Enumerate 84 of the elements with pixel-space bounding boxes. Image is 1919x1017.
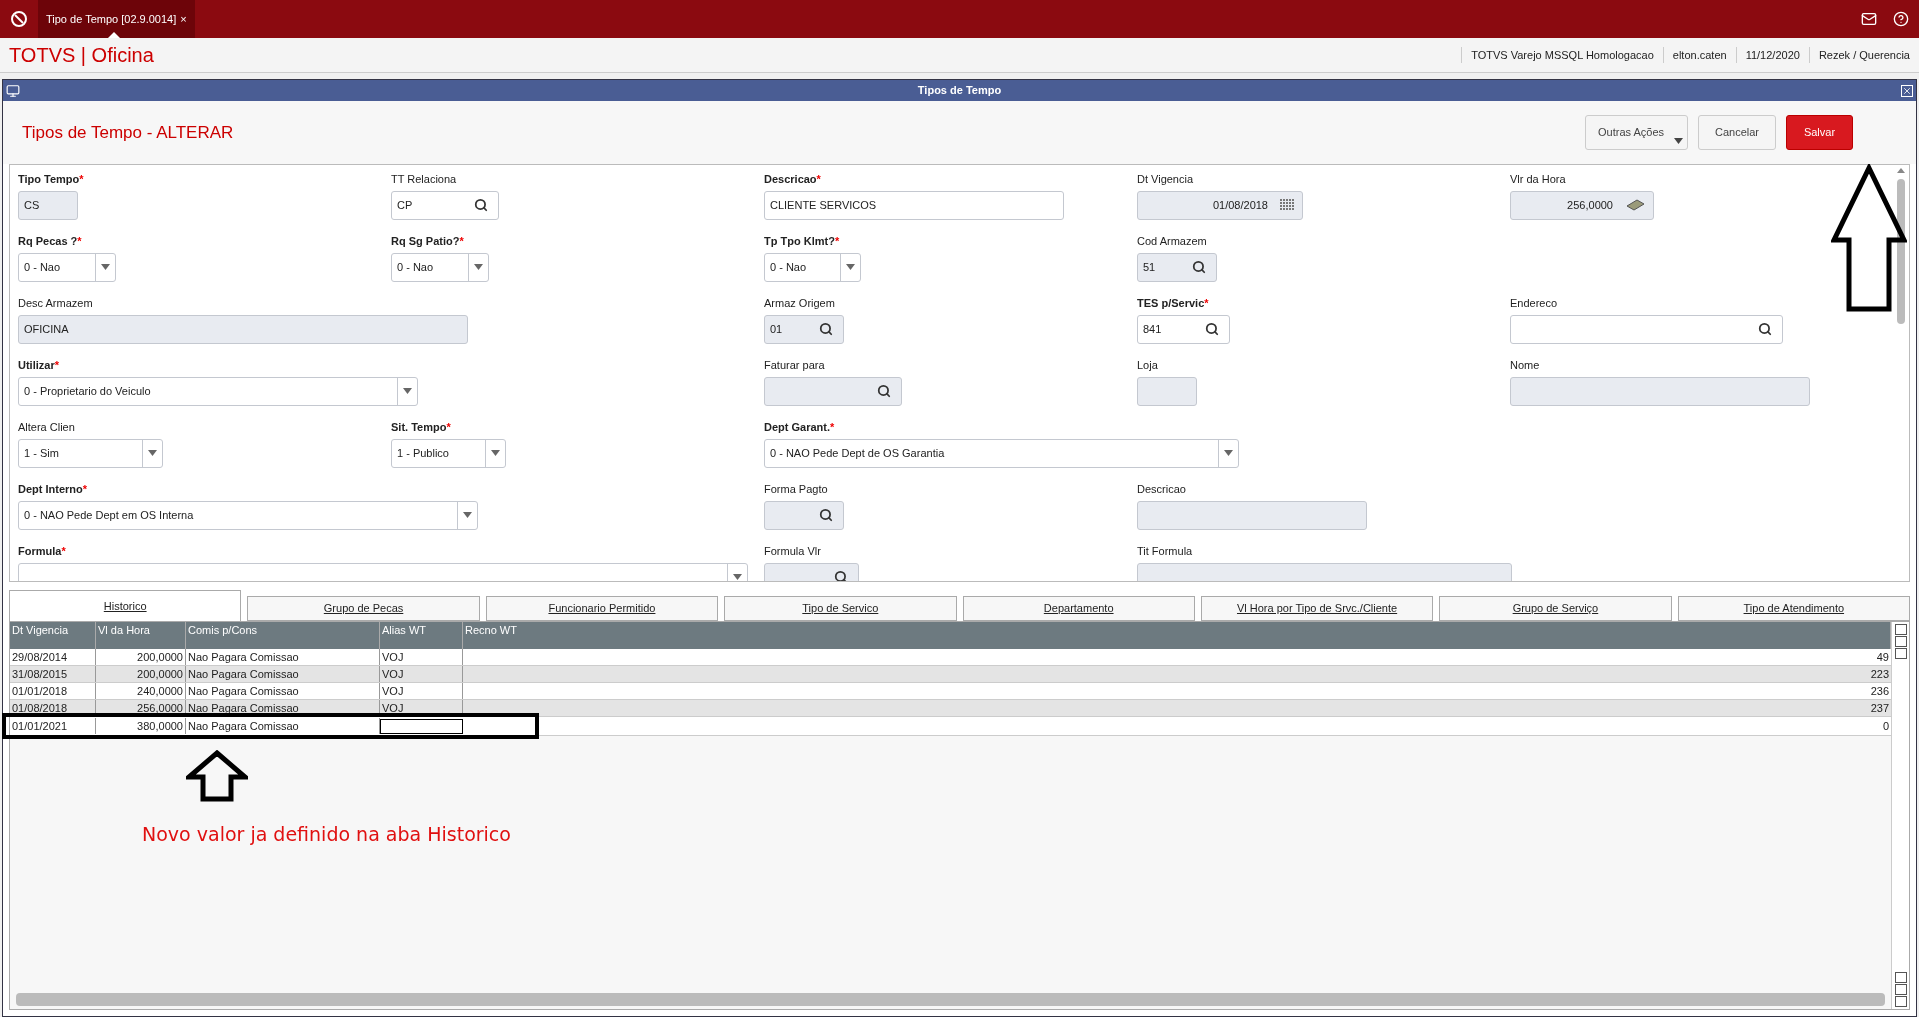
field-label: Rq Sg Patio?* bbox=[391, 234, 464, 249]
tab[interactable]: Historico bbox=[9, 590, 242, 621]
page-heading: Tipos de Tempo - ALTERAR bbox=[22, 121, 234, 144]
table-cell: VOJ bbox=[380, 666, 463, 682]
field-label: TT Relaciona bbox=[391, 172, 457, 187]
app-tab[interactable]: Tipo de Tempo [02.9.0014] × bbox=[38, 0, 195, 38]
field-label: Armaz Origem bbox=[764, 296, 835, 311]
field-label: Forma Pagto bbox=[764, 482, 828, 497]
table-cell: 31/08/2015 bbox=[10, 666, 96, 682]
field-label: Descricao bbox=[1137, 482, 1186, 497]
table-cell: 380,0000 bbox=[96, 717, 186, 735]
table-row[interactable]: 31/08/2015 200,0000 Nao Pagara Comissao VOJ 223 bbox=[10, 666, 1891, 683]
table-cell: 01/01/2021 bbox=[10, 717, 96, 735]
select-field[interactable]: 0 - NAO Pede Dept em OS Interna bbox=[18, 500, 478, 530]
tab[interactable]: Tipo de Servico bbox=[724, 596, 957, 621]
header-info: elton.caten bbox=[1662, 46, 1736, 64]
close-icon[interactable]: × bbox=[180, 10, 187, 28]
select-field[interactable]: 1 - Publico bbox=[391, 438, 506, 468]
table-cell: 200,0000 bbox=[96, 666, 186, 682]
field-label: Dept Interno* bbox=[18, 482, 88, 497]
table-cell: 200,0000 bbox=[96, 649, 186, 665]
table-cell: 01/08/2018 bbox=[10, 700, 96, 716]
more-actions-button[interactable]: Outras Ações bbox=[1585, 115, 1688, 150]
header-info: 11/12/2020 bbox=[1735, 46, 1809, 64]
field-label: Descricao* bbox=[764, 172, 821, 187]
tab[interactable]: Vl Hora por Tipo de Srvc./Cliente bbox=[1200, 596, 1434, 621]
table-cell-text: 236 bbox=[1869, 684, 1890, 699]
table-cell: Nao Pagara Comissao bbox=[186, 666, 380, 682]
brand-title: TOTVS | Oficina bbox=[8, 43, 154, 68]
table-cell-text: 223 bbox=[1869, 667, 1890, 682]
field-label: TES p/Servic* bbox=[1137, 296, 1209, 311]
field-label: Tp Tpo Klmt?* bbox=[764, 234, 840, 249]
field-label: Endereco bbox=[1510, 296, 1558, 311]
field-label: Dept Garant.* bbox=[764, 420, 835, 435]
table-cell: 240,0000 bbox=[96, 683, 186, 699]
field-label: Tipo Tempo* bbox=[18, 172, 84, 187]
select-field[interactable]: 1 - Sim bbox=[18, 438, 163, 468]
tab[interactable]: Grupo de Serviço bbox=[1439, 596, 1672, 621]
table-cell: 29/08/2014 bbox=[10, 649, 96, 665]
input-field[interactable]: 841 bbox=[1137, 314, 1230, 344]
table-cell-text: 237 bbox=[1869, 701, 1890, 716]
field-label: Desc Armazem bbox=[18, 296, 93, 311]
table-cell: 01/01/2018 bbox=[10, 683, 96, 699]
table-cell: Nao Pagara Comissao bbox=[186, 700, 380, 716]
field-label: Utilizar* bbox=[18, 358, 59, 373]
tab[interactable]: Funcionario Permitido bbox=[485, 596, 719, 621]
table-row[interactable]: 01/01/2018 240,0000 Nao Pagara Comissao VOJ 236 bbox=[10, 683, 1891, 700]
header-info: TOTVS Varejo MSSQL Homologacao bbox=[1461, 46, 1663, 64]
field-label: Faturar para bbox=[764, 358, 825, 373]
field-label: Vlr da Hora bbox=[1510, 172, 1566, 187]
select-field[interactable]: 0 - NAO Pede Dept de OS Garantia bbox=[764, 438, 1239, 468]
annotation-text: Novo valor ja definido na aba Historico bbox=[142, 822, 511, 847]
select-field[interactable]: 0 - Nao bbox=[764, 252, 861, 282]
cancel-button[interactable]: Cancelar bbox=[1698, 115, 1776, 150]
header-info: Rezek / Querencia bbox=[1808, 46, 1919, 64]
tab[interactable]: Grupo de Pecas bbox=[247, 596, 480, 621]
field-label: Loja bbox=[1137, 358, 1158, 373]
field-label: Altera Clien bbox=[18, 420, 75, 435]
field-label: Tit Formula bbox=[1137, 544, 1193, 559]
field-label: Dt Vigencia bbox=[1137, 172, 1194, 187]
table-cell: Nao Pagara Comissao bbox=[186, 683, 380, 699]
field-label: Sit. Tempo* bbox=[391, 420, 451, 435]
tab[interactable]: Departamento bbox=[962, 596, 1195, 621]
select-field[interactable]: 0 - Nao bbox=[18, 252, 116, 282]
select-field[interactable]: 0 - Nao bbox=[391, 252, 489, 282]
field-label: Formula Vlr bbox=[764, 544, 821, 559]
field-label: Nome bbox=[1510, 358, 1540, 373]
field-label: Formula* bbox=[18, 544, 66, 559]
table-cell: VOJ bbox=[380, 683, 463, 699]
field-label: Rq Pecas ?* bbox=[18, 234, 82, 249]
window-title: Tipos de Tempo bbox=[917, 83, 1002, 99]
save-button[interactable]: Salvar bbox=[1786, 115, 1853, 150]
table-cell: 256,0000 bbox=[96, 700, 186, 716]
select-field[interactable]: 0 - Proprietario do Veiculo bbox=[18, 376, 418, 406]
input-field[interactable]: CLIENTE SERVICOS bbox=[764, 190, 1064, 220]
table-row[interactable]: 01/08/2018 256,0000 Nao Pagara Comissao VOJ 237 bbox=[10, 700, 1891, 717]
field-label: Cod Armazem bbox=[1137, 234, 1207, 249]
input-field[interactable]: CP bbox=[391, 190, 499, 220]
table-row[interactable]: 29/08/2014 200,0000 Nao Pagara Comissao VOJ 49 bbox=[10, 649, 1891, 666]
table-cell: VOJ bbox=[380, 649, 463, 665]
tab[interactable]: Tipo de Atendimento bbox=[1677, 596, 1910, 621]
table-cell-text: 49 bbox=[1875, 650, 1890, 665]
table-cell: VOJ bbox=[380, 700, 463, 716]
table-cell: Nao Pagara Comissao bbox=[186, 649, 380, 665]
